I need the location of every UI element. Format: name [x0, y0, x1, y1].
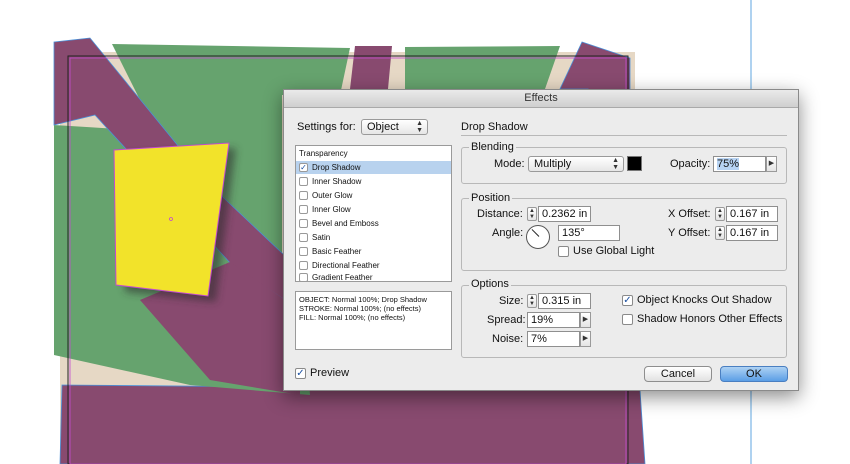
opacity-input[interactable]: 75%: [713, 156, 766, 172]
x-offset-label: X Offset:: [668, 208, 711, 220]
angle-dial-needle: [531, 229, 540, 237]
position-title: Position: [469, 192, 513, 204]
mode-label: Mode:: [494, 158, 525, 170]
opacity-label: Opacity:: [670, 158, 711, 170]
use-global-light-label: Use Global Light: [573, 245, 655, 257]
shadow-color-swatch[interactable]: [627, 156, 642, 171]
spread-dropdown-icon[interactable]: ▶: [580, 312, 591, 328]
section-title: Drop Shadow: [461, 121, 528, 133]
effects-dialog: Effects Settings for: Object ▲ ▼ Transpar…: [283, 89, 799, 391]
noise-label: Noise:: [492, 333, 524, 345]
effect-item-label: Drop Shadow: [312, 163, 361, 172]
settings-for-label: Settings for:: [297, 121, 356, 133]
blend-mode-select[interactable]: Multiply ▲ ▼: [528, 156, 624, 172]
distance-label: Distance:: [477, 208, 523, 220]
effect-item-label: Outer Glow: [312, 191, 353, 200]
settings-for-select[interactable]: Object ▲ ▼: [361, 119, 428, 135]
x-offset-value: 0.167 in: [730, 208, 770, 220]
honors-effects-checkbox[interactable]: [622, 314, 633, 325]
cancel-button[interactable]: Cancel: [644, 366, 712, 382]
knocks-out-checkbox[interactable]: ✓: [622, 295, 633, 306]
angle-label: Angle:: [492, 227, 524, 239]
noise-dropdown-icon[interactable]: ▶: [580, 331, 591, 347]
x-offset-stepper-icon[interactable]: ▲ ▼: [715, 207, 725, 221]
opacity-dropdown-icon[interactable]: ▶: [766, 156, 777, 172]
checkbox-outer-glow[interactable]: [299, 191, 308, 200]
effects-summary: OBJECT: Normal 100%; Drop Shadow STROKE:…: [295, 291, 452, 350]
summary-line: STROKE: Normal 100%; (no effects): [299, 304, 421, 313]
checkbox-basic-feather[interactable]: [299, 247, 308, 256]
blending-title: Blending: [469, 141, 516, 153]
select-arrows-icon: ▲ ▼: [416, 120, 423, 134]
section-divider: [461, 135, 787, 136]
select-arrows-icon: ▲ ▼: [612, 157, 619, 171]
effect-item-inner-glow[interactable]: Inner Glow: [296, 203, 451, 216]
angle-value: 135°: [562, 227, 585, 239]
use-global-light-checkbox[interactable]: [558, 246, 569, 257]
effect-item-label: Gradient Feather: [312, 273, 373, 282]
opacity-value: 75%: [717, 158, 740, 170]
purple-bottom-shape: [59, 384, 646, 464]
angle-input[interactable]: 135°: [558, 225, 620, 241]
spread-input[interactable]: 19%: [527, 312, 580, 328]
effect-item-gradient-feather[interactable]: Gradient Feather: [296, 273, 451, 282]
ok-button[interactable]: OK: [720, 366, 788, 382]
checkbox-satin[interactable]: [299, 233, 308, 242]
size-value: 0.315 in: [542, 295, 582, 307]
blend-mode-value: Multiply: [534, 158, 572, 170]
size-stepper-icon[interactable]: ▲ ▼: [527, 294, 537, 308]
distance-input[interactable]: 0.2362 in: [538, 206, 591, 222]
checkbox-inner-glow[interactable]: [299, 205, 308, 214]
size-input[interactable]: 0.315 in: [538, 293, 591, 309]
size-label: Size:: [499, 295, 524, 307]
effect-item-drop-shadow[interactable]: ✓ Drop Shadow: [296, 161, 451, 174]
y-offset-value: 0.167 in: [730, 227, 770, 239]
spread-value: 19%: [531, 314, 554, 326]
effect-item-label: Inner Glow: [312, 205, 351, 214]
effect-item-inner-shadow[interactable]: Inner Shadow: [296, 175, 451, 188]
effect-item-basic-feather[interactable]: Basic Feather: [296, 245, 451, 258]
purple-top-band: [350, 46, 392, 89]
effects-list: Transparency ✓ Drop Shadow Inner Shadow …: [295, 145, 452, 282]
effect-item-label: Directional Feather: [312, 261, 380, 270]
x-offset-input[interactable]: 0.167 in: [726, 206, 778, 222]
checkbox-gradient-feather[interactable]: [299, 273, 308, 282]
settings-for-value: Object: [367, 121, 399, 133]
knocks-out-label: Object Knocks Out Shadow: [637, 294, 772, 306]
y-offset-stepper-icon[interactable]: ▲ ▼: [715, 226, 725, 240]
checkbox-inner-shadow[interactable]: [299, 177, 308, 186]
green-top-right-shape: [405, 46, 560, 89]
effect-item-satin[interactable]: Satin: [296, 231, 451, 244]
y-offset-input[interactable]: 0.167 in: [726, 225, 778, 241]
preview-checkbox[interactable]: ✓: [295, 368, 306, 379]
distance-stepper-icon[interactable]: ▲ ▼: [527, 207, 537, 221]
noise-value: 7%: [531, 333, 547, 345]
effect-item-bevel-emboss[interactable]: Bevel and Emboss: [296, 217, 451, 230]
angle-dial-icon[interactable]: [526, 225, 550, 249]
effect-item-label: Inner Shadow: [312, 177, 362, 186]
effects-list-header: Transparency: [299, 149, 348, 158]
options-title: Options: [469, 278, 511, 290]
spread-label: Spread:: [487, 314, 526, 326]
noise-input[interactable]: 7%: [527, 331, 580, 347]
checkbox-directional-feather[interactable]: [299, 261, 308, 270]
effect-item-label: Satin: [312, 233, 331, 242]
honors-effects-label: Shadow Honors Other Effects: [637, 313, 783, 325]
checkbox-bevel-emboss[interactable]: [299, 219, 308, 228]
y-offset-label: Y Offset:: [668, 227, 711, 239]
effect-item-label: Basic Feather: [312, 247, 362, 256]
summary-line: OBJECT: Normal 100%; Drop Shadow: [299, 295, 427, 304]
summary-line: FILL: Normal 100%; (no effects): [299, 313, 406, 322]
preview-label: Preview: [310, 367, 350, 379]
distance-value: 0.2362 in: [542, 208, 588, 220]
effect-item-outer-glow[interactable]: Outer Glow: [296, 189, 451, 202]
checkbox-drop-shadow[interactable]: ✓: [299, 163, 308, 172]
effect-item-label: Bevel and Emboss: [312, 219, 379, 228]
dialog-title: Effects: [284, 90, 798, 108]
effect-item-directional-feather[interactable]: Directional Feather: [296, 259, 451, 272]
